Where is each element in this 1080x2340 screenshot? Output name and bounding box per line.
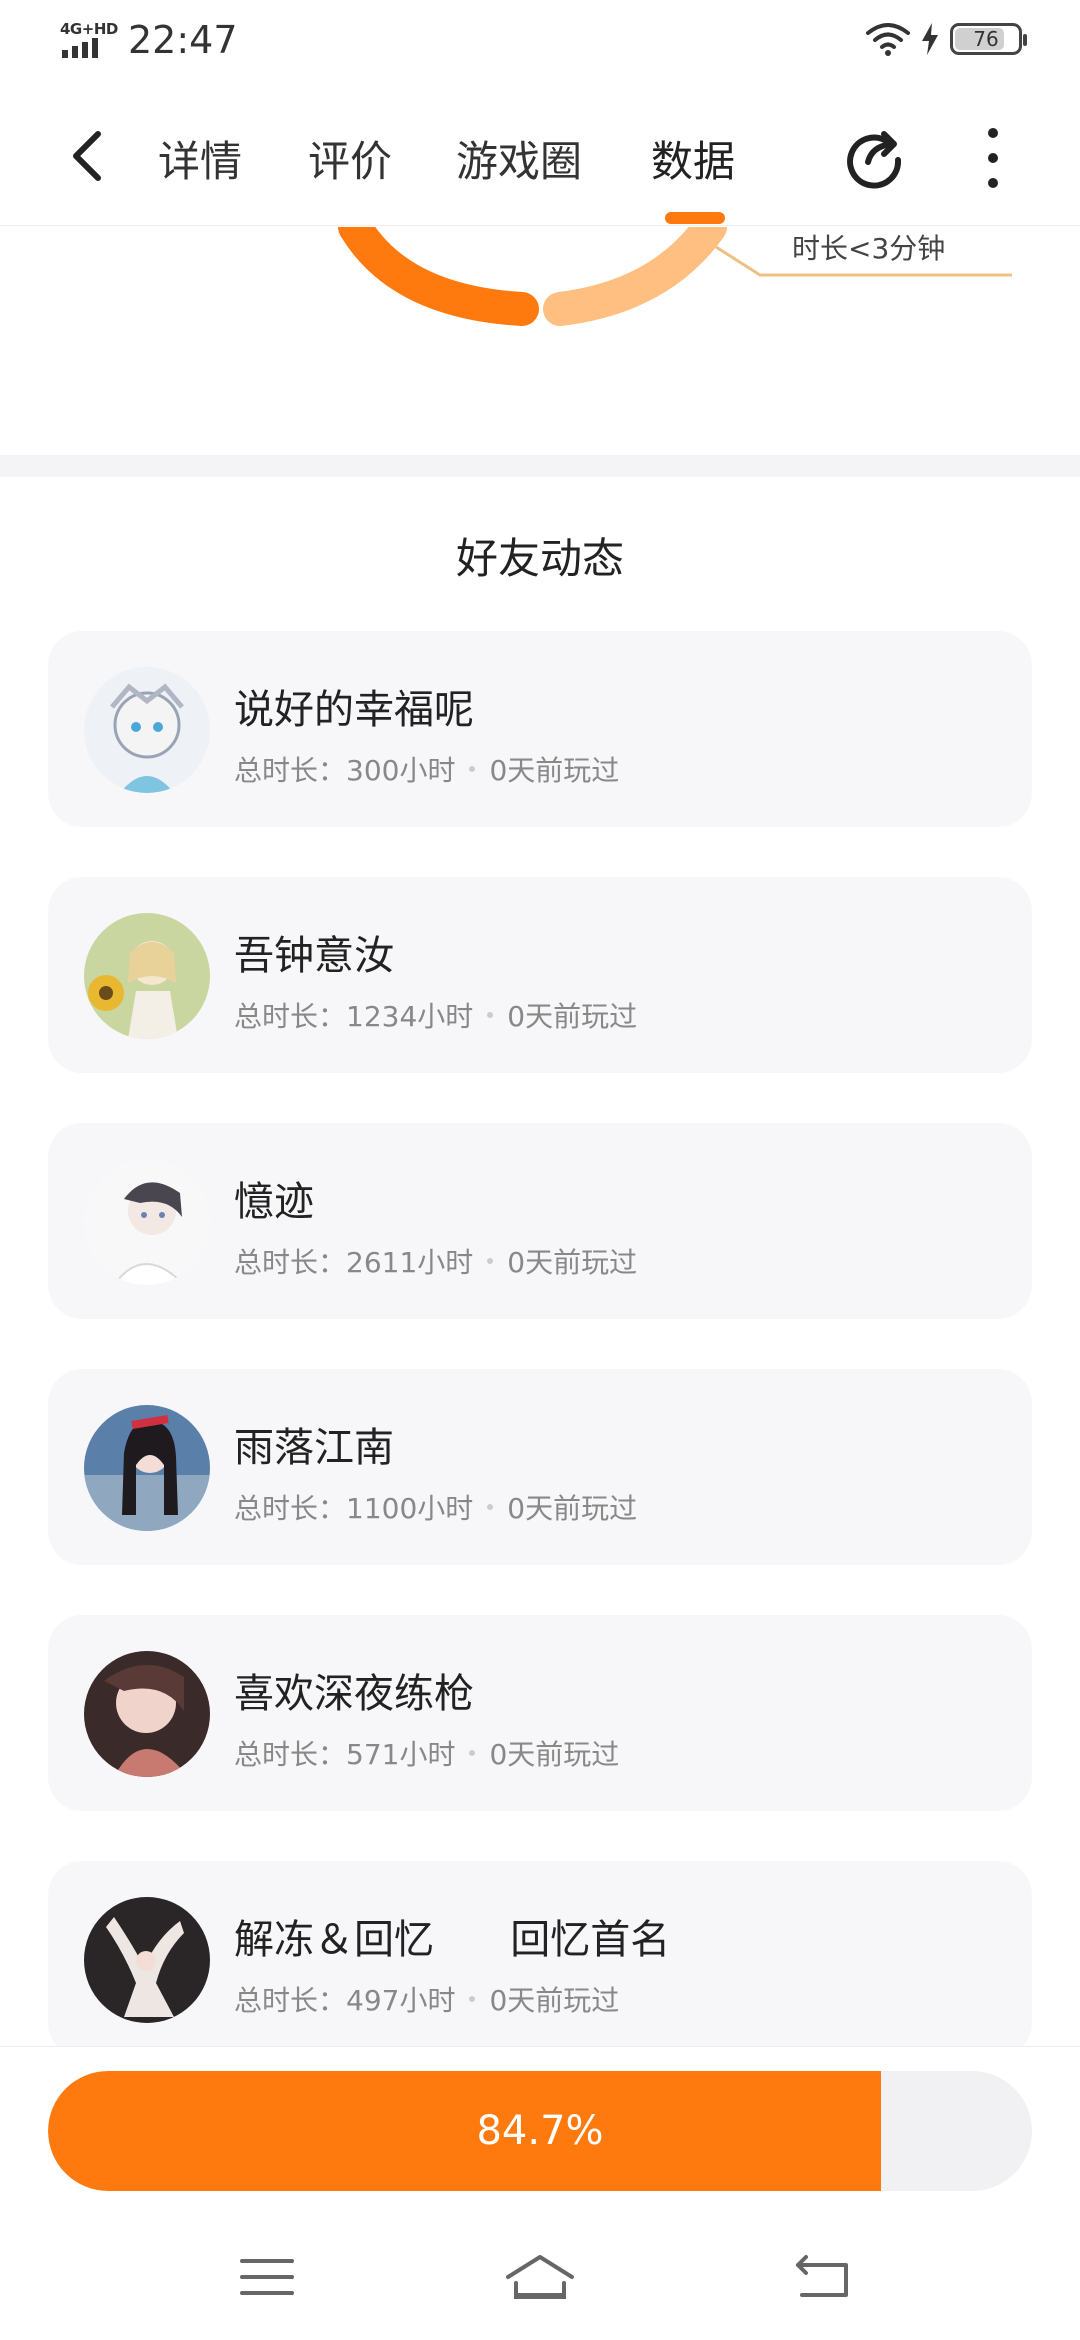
total-playtime: 总时长：1234小时 <box>234 1000 474 1033</box>
total-playtime: 总时长：571小时 <box>234 1738 456 1771</box>
playtime-chart: 时长<3分钟 <box>0 227 1080 455</box>
separator-dot <box>469 766 476 772</box>
separator-dot <box>487 1258 494 1264</box>
friend-card[interactable]: 雨落江南 总时长：1100小时 0天前玩过 <box>48 1369 1032 1565</box>
friend-name: 说好的幸福呢 <box>234 687 474 733</box>
tab-data[interactable]: 数据 <box>651 128 735 189</box>
back-icon[interactable] <box>60 126 116 186</box>
friend-avatar <box>84 1159 210 1285</box>
total-playtime: 总时长：2611小时 <box>234 1246 474 1279</box>
friend-avatar <box>84 1405 210 1531</box>
chart-segment-short <box>543 227 727 326</box>
home-icon[interactable] <box>500 2247 580 2307</box>
more-options-icon[interactable] <box>986 128 1000 188</box>
separator-dot <box>469 1750 476 1756</box>
friend-name: 吾钟意汝 <box>234 933 394 979</box>
friend-card[interactable]: 憶迹 总时长：2611小时 0天前玩过 <box>48 1123 1032 1319</box>
status-bar: 4G+HD 22:47 76 <box>0 0 1080 86</box>
bottom-bar: 84.7% <box>0 2046 1080 2340</box>
separator-dot <box>487 1504 494 1510</box>
signal-indicator: 4G+HD <box>60 20 118 60</box>
status-icons: 76 <box>866 22 1027 56</box>
active-tab-indicator <box>665 212 725 224</box>
friend-avatar <box>84 1897 210 2023</box>
friend-stats: 总时长：1100小时 0天前玩过 <box>234 1487 637 1527</box>
tab-reviews[interactable]: 评价 <box>308 128 392 189</box>
progress-label: 84.7% <box>476 2108 604 2154</box>
friend-name: 雨落江南 <box>234 1425 394 1471</box>
friend-avatar <box>84 667 210 793</box>
friend-name: 喜欢深夜练枪 <box>234 1671 474 1717</box>
friend-name: 憶迹 <box>234 1179 314 1225</box>
friend-avatar <box>84 913 210 1039</box>
friend-card[interactable]: 吾钟意汝 总时长：1234小时 0天前玩过 <box>48 877 1032 1073</box>
total-playtime: 总时长：497小时 <box>234 1984 456 2017</box>
battery-icon: 76 <box>950 23 1027 55</box>
download-progress-button[interactable]: 84.7% <box>48 2071 1032 2191</box>
friend-stats: 总时长：1234小时 0天前玩过 <box>234 995 637 1035</box>
friend-stats: 总时长：300小时 0天前玩过 <box>234 749 619 789</box>
wifi-icon <box>866 23 910 56</box>
signal-bars-icon <box>62 38 98 58</box>
section-title: 好友动态 <box>455 534 624 583</box>
menu-icon[interactable] <box>230 2247 310 2307</box>
friend-card[interactable]: 解冻＆回忆 回忆首名 总时长：497小时 0天前玩过 <box>48 1861 1032 2057</box>
last-played: 0天前玩过 <box>507 1492 638 1525</box>
friend-avatar <box>84 1651 210 1777</box>
clock: 22:47 <box>128 18 238 62</box>
last-played: 0天前玩过 <box>489 754 620 787</box>
chart-legend-label: 时长<3分钟 <box>792 232 946 265</box>
friends-activity-section: 好友动态 说好的幸福呢 总时长：300小时 0天前玩过 吾钟意汝 总时长：123… <box>0 477 1080 2057</box>
network-type: 4G+HD <box>60 20 118 38</box>
total-playtime: 总时长：300小时 <box>234 754 456 787</box>
separator-dot <box>469 1996 476 2002</box>
friend-name: 解冻＆回忆 回忆首名 <box>234 1917 671 1963</box>
back-nav-icon[interactable] <box>784 2247 864 2307</box>
total-playtime: 总时长：1100小时 <box>234 1492 474 1525</box>
last-played: 0天前玩过 <box>507 1246 638 1279</box>
friend-card[interactable]: 说好的幸福呢 总时长：300小时 0天前玩过 <box>48 631 1032 827</box>
battery-level: 76 <box>973 27 999 51</box>
section-divider <box>0 455 1080 477</box>
tab-game-circle[interactable]: 游戏圈 <box>456 128 582 189</box>
tab-details[interactable]: 详情 <box>158 128 242 189</box>
friend-stats: 总时长：571小时 0天前玩过 <box>234 1733 619 1773</box>
last-played: 0天前玩过 <box>507 1000 638 1033</box>
friend-stats: 总时长：497小时 0天前玩过 <box>234 1979 619 2019</box>
top-nav: 详情 评价 游戏圈 数据 <box>0 86 1080 226</box>
last-played: 0天前玩过 <box>489 1984 620 2017</box>
last-played: 0天前玩过 <box>489 1738 620 1771</box>
separator-dot <box>487 1012 494 1018</box>
system-navigation <box>0 2247 1080 2337</box>
charging-icon <box>922 23 938 55</box>
share-icon[interactable] <box>842 126 906 190</box>
chart-segment-primary <box>338 227 539 326</box>
friend-stats: 总时长：2611小时 0天前玩过 <box>234 1241 637 1281</box>
friend-card[interactable]: 喜欢深夜练枪 总时长：571小时 0天前玩过 <box>48 1615 1032 1811</box>
